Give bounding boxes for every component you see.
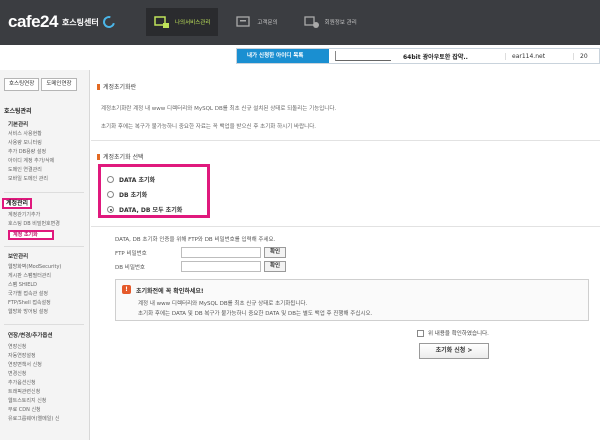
sidebar-item[interactable]: 서비스 사용현황: [8, 130, 42, 137]
agree-checkbox[interactable]: [417, 329, 424, 337]
service-selector-bar: 내가 신청한 아이디 목록 64bit 광아우토한 잡약.. ear114.ne…: [236, 48, 600, 64]
sidebar-item[interactable]: 자동연장설정: [8, 352, 36, 359]
sidebar-item[interactable]: 계정관기기추가: [8, 211, 40, 218]
sidebar-item[interactable]: 웹방화벽(ModSecurity): [8, 263, 61, 270]
info-note: 초기화 후에는 복구가 불가능하니 중요한 자료는 꼭 백업을 받으신 후 초기…: [101, 124, 317, 130]
hosting-extend-button[interactable]: 호스팅연장: [4, 78, 40, 91]
logo[interactable]: cafe24 호스팅센터: [8, 12, 117, 32]
sidebar-item[interactable]: 호스팅 DB 비밀번호변경: [8, 220, 60, 227]
info-note: 계정초기화란 계정 내 www 디렉터리와 MySQL DB를 최초 신규 설치…: [101, 106, 337, 112]
service-name[interactable]: 64bit 광아우토한 잡약..: [403, 52, 493, 61]
section-title-reset-select: 계정초기화 선택: [97, 152, 144, 161]
sidebar-item[interactable]: 유료그룹웨어(엘메일) 신: [8, 415, 60, 422]
option-all-reset[interactable]: DATA, DB 모두 초기화: [107, 205, 182, 214]
nav-service-manage[interactable]: 나의서비스관리: [146, 8, 219, 36]
auth-description: DATA, DB 초기화 인증을 위해 FTP와 DB 비밀번호를 입력해 주세…: [115, 237, 276, 243]
option-label: DATA, DB 모두 초기화: [119, 207, 183, 214]
nav-label: 고객문의: [257, 20, 278, 26]
section-title-reset-info: 계정초기화란: [97, 82, 136, 91]
warning-line: 계정 내 www 디렉터리와 MySQL DB를 최초 신규 상태로 초기화됩니…: [138, 301, 308, 307]
db-password-input[interactable]: [181, 261, 261, 272]
sidebar-tab-buttons: 호스팅연장 도메인연장: [4, 78, 79, 91]
sidebar-item[interactable]: 연장신청: [8, 343, 26, 350]
agree-row[interactable]: 위 내용을 확인하였습니다.: [417, 329, 489, 337]
domain-extend-button[interactable]: 도메인연장: [41, 78, 77, 91]
reset-options-group: DATA 초기화 DB 초기화 DATA, DB 모두 초기화: [98, 164, 210, 218]
sidebar-sub-security: 보안관리: [8, 254, 29, 260]
section-marker-icon: [97, 83, 100, 90]
service-domain[interactable]: ear114.net: [505, 52, 563, 60]
nav-customer-inquiry[interactable]: 고객문의: [228, 8, 285, 36]
option-label: DATA 초기화: [119, 177, 156, 184]
radio-db-reset[interactable]: [107, 191, 114, 198]
sidebar-item[interactable]: 게시판 스팸필터관리: [8, 272, 51, 279]
sidebar-item[interactable]: 스팸 SHIELD: [8, 281, 37, 288]
sidebar-item[interactable]: 사용량 모니터링: [8, 139, 42, 146]
warning-line: 초기화 후에는 DATA 및 DB 복구가 불가능하니 중요한 DATA 및 D…: [138, 311, 373, 317]
sidebar-sub-account[interactable]: 계정관리: [2, 198, 33, 209]
nav-member-info[interactable]: 회원정보 관리: [296, 8, 365, 36]
sidebar-divider: [4, 246, 84, 247]
ftp-password-row: FTP 비밀번호 확인: [115, 247, 287, 258]
section-divider: [91, 140, 600, 141]
section-divider: [91, 226, 600, 227]
logo-subtitle: 호스팅센터: [61, 17, 99, 27]
sidebar-item[interactable]: 트래픽관련신청: [8, 388, 40, 395]
customer-inquiry-icon: [236, 16, 252, 28]
service-manage-icon: [154, 16, 170, 28]
sidebar-divider: [4, 192, 84, 193]
sidebar-item[interactable]: 웹방화 방어팅 설정: [8, 308, 48, 315]
section-title-text: 계정초기화란: [103, 84, 137, 91]
service-id-field[interactable]: [335, 51, 391, 61]
radio-all-reset[interactable]: [107, 206, 114, 213]
sidebar-divider: [4, 324, 84, 325]
sidebar-item[interactable]: 연장면책서 신청: [8, 361, 42, 368]
service-list-label[interactable]: 내가 신청한 아이디 목록: [237, 49, 329, 63]
agree-label: 위 내용을 확인하였습니다.: [428, 331, 489, 337]
nav-label: 회원정보 관리: [324, 20, 357, 26]
db-password-label: DB 비밀번호: [115, 264, 145, 271]
option-db-reset[interactable]: DB 초기화: [107, 190, 147, 199]
main-content: 계정초기화란 계정초기화란 계정 내 www 디렉터리와 MySQL DB를 최…: [91, 70, 600, 440]
ftp-password-input[interactable]: [181, 247, 261, 258]
sidebar-section-hosting: 호스팅관리: [4, 108, 32, 115]
warning-icon: !: [122, 285, 131, 294]
reset-submit-button[interactable]: 초기화 신청 >: [419, 343, 489, 359]
sidebar-item[interactable]: 추가옵션신청: [8, 379, 36, 386]
top-nav: 나의서비스관리 고객문의 회원정보 관리: [146, 8, 375, 36]
sidebar-item[interactable]: 웹트스토리지 신청: [8, 397, 46, 404]
warning-title: 초기화전에 꼭 확인하세요!: [136, 288, 204, 295]
db-password-row: DB 비밀번호 확인: [115, 261, 287, 272]
ftp-confirm-button[interactable]: 확인: [264, 247, 287, 258]
option-label: DB 초기화: [119, 192, 148, 199]
warning-box: ! 초기화전에 꼭 확인하세요! 계정 내 www 디렉터리와 MySQL DB…: [115, 279, 589, 321]
radio-data-reset[interactable]: [107, 176, 114, 183]
sidebar-item[interactable]: 도메인 연결관리: [8, 166, 42, 173]
top-header: cafe24 호스팅센터 나의서비스관리 고객문의 회원정보 관리: [0, 0, 600, 45]
sidebar-item[interactable]: 모바일 도메인 관리: [8, 175, 48, 182]
member-info-icon: [304, 16, 320, 28]
service-extra[interactable]: 20: [573, 52, 588, 60]
logo-ring-icon: [100, 13, 117, 31]
sidebar-item[interactable]: 아이디 계정 추가/삭제: [8, 157, 54, 164]
section-marker-icon: [97, 153, 100, 160]
sidebar: 호스팅연장 도메인연장 호스팅관리 기본관리 서비스 사용현황 사용량 모니터링…: [0, 70, 90, 440]
sidebar-item[interactable]: FTP/Shell 접속설정: [8, 299, 51, 306]
sidebar-item[interactable]: 국가별 접속관 설정: [8, 290, 48, 297]
logo-text: cafe24: [8, 12, 58, 31]
ftp-password-label: FTP 비밀번호: [115, 250, 147, 257]
sidebar-sub-basic: 기본관리: [8, 122, 29, 128]
sidebar-sub-extend: 연장/변경/추가옵션: [8, 333, 53, 339]
option-data-reset[interactable]: DATA 초기화: [107, 175, 155, 184]
sidebar-item-account-reset[interactable]: 계정 초기화: [8, 230, 54, 240]
sidebar-item[interactable]: 무료 CDN 신청: [8, 406, 41, 413]
db-confirm-button[interactable]: 확인: [264, 261, 287, 272]
section-title-text: 계정초기화 선택: [103, 154, 144, 161]
sidebar-item[interactable]: 변경신청: [8, 370, 26, 377]
nav-label: 나의서비스관리: [175, 20, 211, 26]
sidebar-item[interactable]: 추가 DB용량 설정: [8, 148, 46, 155]
